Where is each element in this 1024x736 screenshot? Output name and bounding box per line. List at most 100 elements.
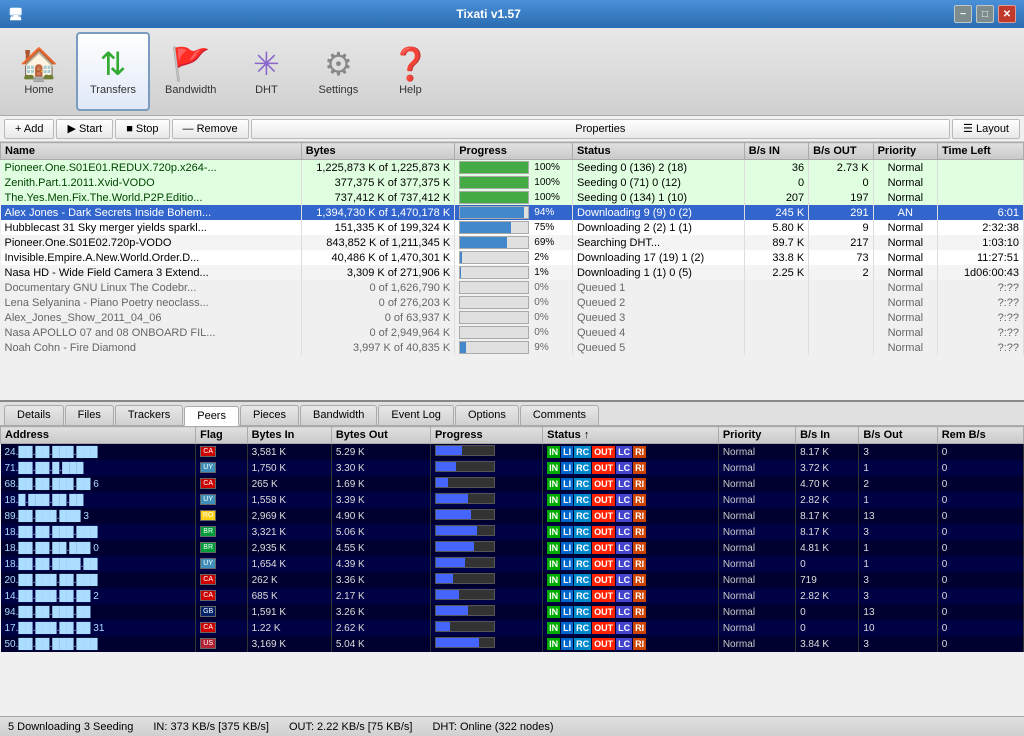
peers-col-bytesout[interactable]: Bytes Out xyxy=(331,427,430,444)
cell-priority: Normal xyxy=(873,310,937,325)
peer-status: IN LI RC OUT LC RI xyxy=(543,556,719,572)
cell-bsin xyxy=(744,325,808,340)
col-header-timeleft[interactable]: Time Left xyxy=(938,143,1024,160)
peers-scroll[interactable]: Address Flag Bytes In Bytes Out Progress… xyxy=(0,426,1024,694)
peer-bsout: 3 xyxy=(859,444,937,461)
table-row[interactable]: Alex_Jones_Show_2011_04_06 0 of 63,937 K… xyxy=(1,310,1024,325)
cell-name: Noah Cohn - Fire Diamond xyxy=(1,340,302,355)
flag-icon: UY xyxy=(200,494,216,505)
cell-name: Invisible.Empire.A.New.World.Order.D... xyxy=(1,250,302,265)
tab-bandwidth[interactable]: Bandwidth xyxy=(300,405,377,425)
peers-table: Address Flag Bytes In Bytes Out Progress… xyxy=(0,426,1024,652)
table-row[interactable]: Nasa APOLLO 07 and 08 ONBOARD FIL... 0 o… xyxy=(1,325,1024,340)
properties-button[interactable]: Properties xyxy=(251,119,950,139)
peer-bytesin: 1.22 K xyxy=(247,620,331,636)
peers-col-progress[interactable]: Progress xyxy=(430,427,542,444)
col-header-bsout[interactable]: B/s OUT xyxy=(809,143,873,160)
minimize-button[interactable]: − xyxy=(954,5,972,23)
cell-bsout xyxy=(809,325,873,340)
table-row[interactable]: The.Yes.Men.Fix.The.World.P2P.Editio... … xyxy=(1,190,1024,205)
peers-col-bsout[interactable]: B/s Out xyxy=(859,427,937,444)
cell-priority: Normal xyxy=(873,220,937,235)
peers-col-priority[interactable]: Priority xyxy=(718,427,795,444)
home-button[interactable]: 🏠 Home xyxy=(4,32,74,111)
tab-comments[interactable]: Comments xyxy=(520,405,599,425)
maximize-button[interactable]: □ xyxy=(976,5,994,23)
peer-progress xyxy=(430,508,542,524)
transfer-scroll[interactable]: Name Bytes Progress Status B/s IN B/s OU… xyxy=(0,142,1024,400)
table-row[interactable]: 18.██.██.███.███ BR 3,321 K 5.06 K IN LI… xyxy=(1,524,1024,540)
tab-options[interactable]: Options xyxy=(455,405,519,425)
main-content: Name Bytes Progress Status B/s IN B/s OU… xyxy=(0,142,1024,736)
col-header-progress[interactable]: Progress xyxy=(455,143,573,160)
table-row[interactable]: 50.██.██.███.███ US 3,169 K 5.04 K IN LI… xyxy=(1,636,1024,652)
help-button[interactable]: ❓ Help xyxy=(375,32,445,111)
table-row[interactable]: Nasa HD - Wide Field Camera 3 Extend... … xyxy=(1,265,1024,280)
peers-col-status[interactable]: Status ↑ xyxy=(543,427,719,444)
peers-col-flag[interactable]: Flag xyxy=(196,427,247,444)
cell-priority: Normal xyxy=(873,250,937,265)
settings-button[interactable]: ⚙ Settings xyxy=(303,32,373,111)
col-header-bytes[interactable]: Bytes xyxy=(301,143,455,160)
peer-bsout: 10 xyxy=(859,620,937,636)
bandwidth-button[interactable]: 🚩 Bandwidth xyxy=(152,32,229,111)
col-header-name[interactable]: Name xyxy=(1,143,302,160)
cell-bsout xyxy=(809,295,873,310)
table-row[interactable]: 94.██.██.███.██ GB 1,591 K 3.26 K IN LI … xyxy=(1,604,1024,620)
peers-col-address[interactable]: Address xyxy=(1,427,196,444)
peers-col-bytesin[interactable]: Bytes In xyxy=(247,427,331,444)
table-row[interactable]: 68.██.██.███.██ 6 CA 265 K 1.69 K IN LI … xyxy=(1,476,1024,492)
start-button[interactable]: ▶ Start xyxy=(56,119,113,139)
peer-rembps: 0 xyxy=(937,604,1023,620)
table-row[interactable]: Pioneer.One.S01E01.REDUX.720p.x264-... 1… xyxy=(1,160,1024,176)
tab-trackers[interactable]: Trackers xyxy=(115,405,183,425)
table-row[interactable]: 17.██.███.██.██ 31 CA 1.22 K 2.62 K IN L… xyxy=(1,620,1024,636)
table-row[interactable]: Documentary GNU Linux The Codebr... 0 of… xyxy=(1,280,1024,295)
table-row[interactable]: Zenith.Part.1.2011.Xvid-VODO 377,375 K o… xyxy=(1,175,1024,190)
col-header-bsin[interactable]: B/s IN xyxy=(744,143,808,160)
table-row[interactable]: 71.██.██.█.███ UY 1,750 K 3.30 K IN LI R… xyxy=(1,460,1024,476)
table-row[interactable]: Hubblecast 31 Sky merger yields sparkl..… xyxy=(1,220,1024,235)
table-row[interactable]: 18.██.██.██.███ 0 BR 2,935 K 4.55 K IN L… xyxy=(1,540,1024,556)
flag-icon: UY xyxy=(200,462,216,473)
peers-col-bsin[interactable]: B/s In xyxy=(796,427,859,444)
tab-details[interactable]: Details xyxy=(4,405,64,425)
remove-button[interactable]: — Remove xyxy=(172,119,249,139)
table-row[interactable]: Alex Jones - Dark Secrets Inside Bohem..… xyxy=(1,205,1024,220)
peer-bsout: 13 xyxy=(859,604,937,620)
transfers-icon: ⇅ xyxy=(100,48,127,80)
close-button[interactable]: ✕ xyxy=(998,5,1016,23)
tab-pieces[interactable]: Pieces xyxy=(240,405,299,425)
col-header-status[interactable]: Status xyxy=(572,143,744,160)
cell-bytes: 151,335 K of 199,324 K xyxy=(301,220,455,235)
layout-button[interactable]: ☰ Layout xyxy=(952,119,1020,139)
peers-col-rembps[interactable]: Rem B/s xyxy=(937,427,1023,444)
table-row[interactable]: Pioneer.One.S01E02.720p-VODO 843,852 K o… xyxy=(1,235,1024,250)
stop-button[interactable]: ■ Stop xyxy=(115,119,169,139)
cell-priority: Normal xyxy=(873,265,937,280)
table-row[interactable]: Noah Cohn - Fire Diamond 3,997 K of 40,8… xyxy=(1,340,1024,355)
table-row[interactable]: Invisible.Empire.A.New.World.Order.D... … xyxy=(1,250,1024,265)
peer-address: 94.██.██.███.██ xyxy=(1,604,196,620)
transfers-button[interactable]: ⇅ Transfers xyxy=(76,32,150,111)
peer-bytesin: 2,935 K xyxy=(247,540,331,556)
table-row[interactable]: Lena Selyanina - Piano Poetry neoclass..… xyxy=(1,295,1024,310)
tab-peers[interactable]: Peers xyxy=(184,406,239,426)
dht-button[interactable]: ✳ DHT xyxy=(231,32,301,111)
table-row[interactable]: 18.██.██.████.██ UY 1,654 K 4.39 K IN LI… xyxy=(1,556,1024,572)
peer-bytesin: 1,591 K xyxy=(247,604,331,620)
tab-event-log[interactable]: Event Log xyxy=(378,405,454,425)
table-row[interactable]: 14.██.███.██.██ 2 CA 685 K 2.17 K IN LI … xyxy=(1,588,1024,604)
table-row[interactable]: 18.█.███.██.██ UY 1,558 K 3.39 K IN LI R… xyxy=(1,492,1024,508)
cell-progress: 94% xyxy=(455,205,573,220)
table-row[interactable]: 24.██.██.███.███ CA 3,581 K 5.29 K IN LI… xyxy=(1,444,1024,461)
add-button[interactable]: + Add xyxy=(4,119,54,139)
peer-status: IN LI RC OUT LC RI xyxy=(543,604,719,620)
col-header-priority[interactable]: Priority xyxy=(873,143,937,160)
action-bar: + Add ▶ Start ■ Stop — Remove Properties… xyxy=(0,116,1024,142)
transfer-table-container: Name Bytes Progress Status B/s IN B/s OU… xyxy=(0,142,1024,402)
tab-files[interactable]: Files xyxy=(65,405,114,425)
table-row[interactable]: 89.██.███.███ 3 RO 2,969 K 4.90 K IN LI … xyxy=(1,508,1024,524)
peer-status: IN LI RC OUT LC RI xyxy=(543,588,719,604)
table-row[interactable]: 20.██.███.██.███ CA 262 K 3.36 K IN LI R… xyxy=(1,572,1024,588)
